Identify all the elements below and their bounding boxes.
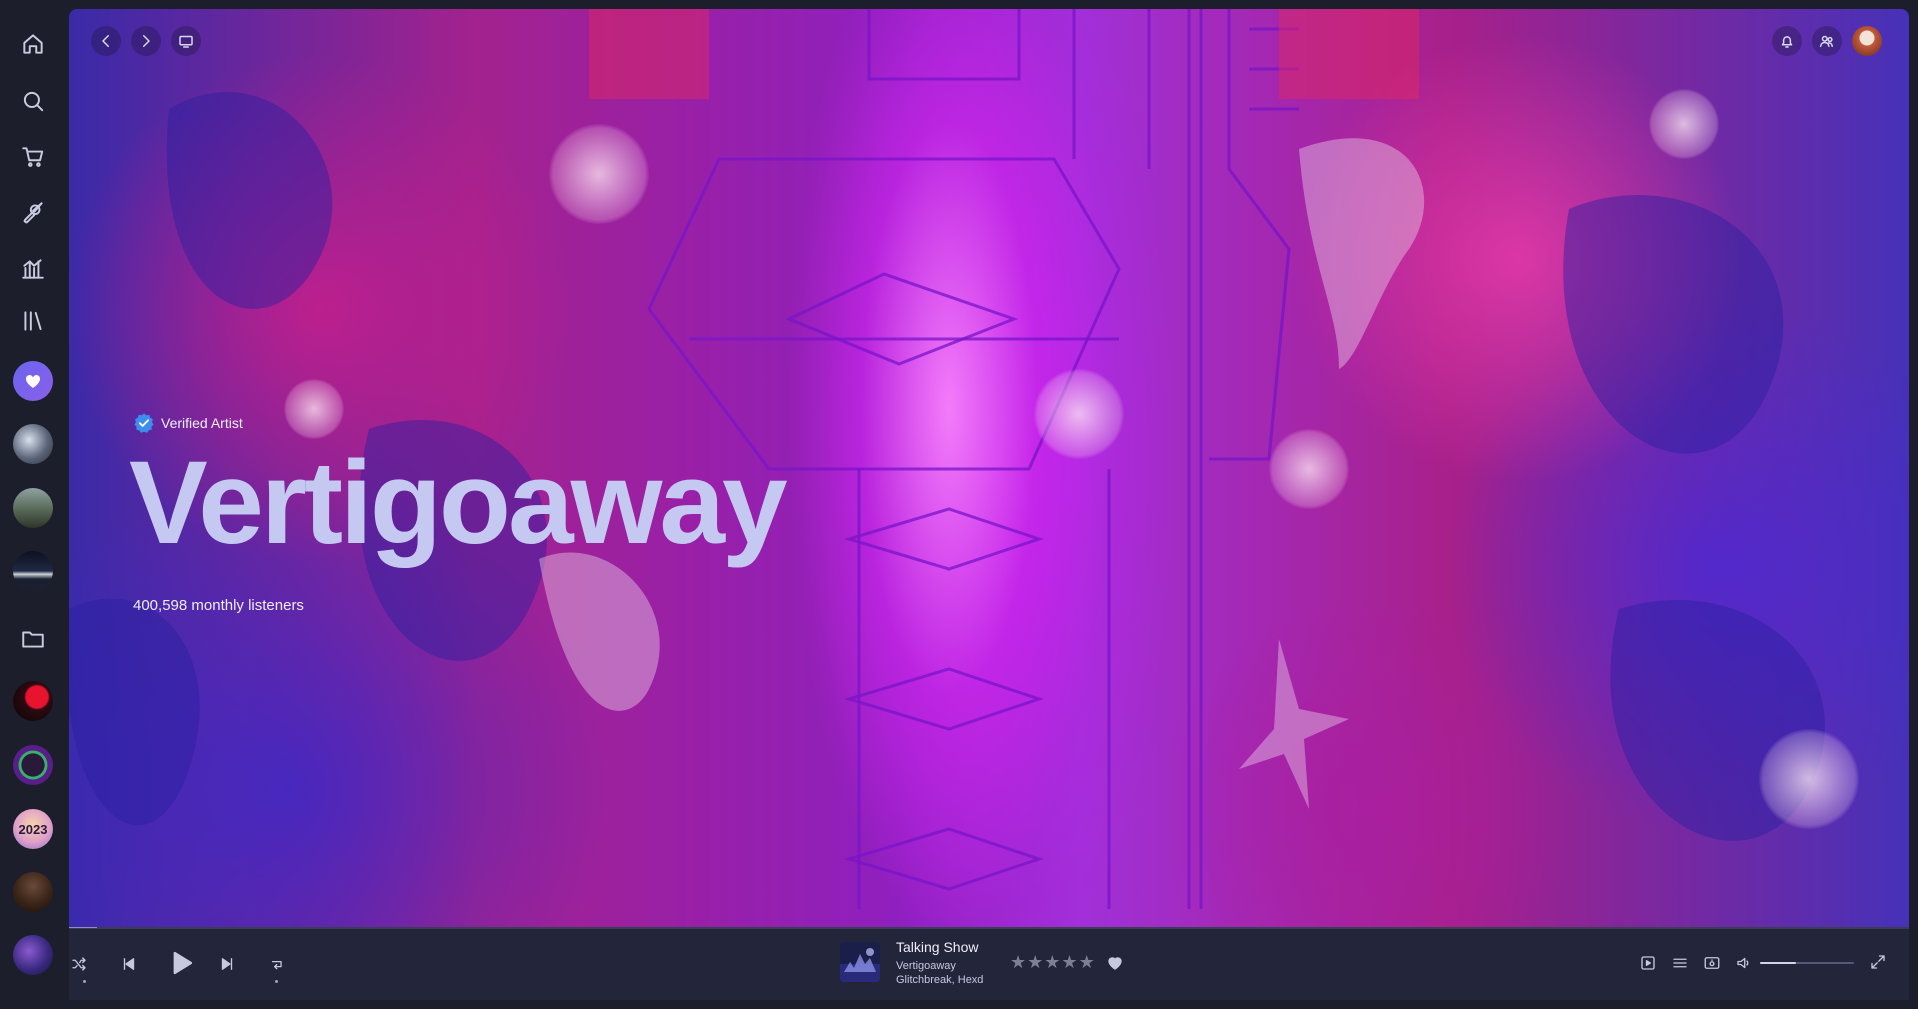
light-bokeh xyxy=(1649,89,1719,159)
play-button[interactable] xyxy=(164,946,198,980)
volume-level xyxy=(1760,962,1796,964)
star-rating[interactable]: ★ ★ ★ ★ ★ xyxy=(1010,953,1095,971)
album-art xyxy=(840,942,880,982)
queue-icon xyxy=(1673,958,1687,968)
star-icon[interactable]: ★ xyxy=(1010,953,1026,971)
chevron-left-icon xyxy=(102,35,109,47)
shuffle-icon xyxy=(72,957,86,971)
search-icon[interactable] xyxy=(16,84,50,118)
light-bokeh xyxy=(284,379,344,439)
verified-label: Verified Artist xyxy=(161,415,243,431)
repeat-button[interactable] xyxy=(264,951,290,977)
playlist-avatar-5[interactable] xyxy=(13,745,53,785)
cart-icon[interactable] xyxy=(16,140,50,174)
friend-activity-button[interactable] xyxy=(1812,26,1842,56)
star-icon[interactable]: ★ xyxy=(1027,953,1043,971)
heart-icon xyxy=(1108,957,1122,970)
playlist-avatar-1[interactable] xyxy=(13,424,53,464)
miniplayer-button[interactable] xyxy=(171,26,201,56)
connect-device-button[interactable] xyxy=(1700,951,1724,975)
playlist-avatar-3[interactable] xyxy=(13,551,53,591)
volume-icon xyxy=(1737,957,1749,969)
monthly-listeners: 400,598 monthly listeners xyxy=(133,597,304,614)
like-button[interactable] xyxy=(1103,951,1127,975)
heart-icon xyxy=(25,375,41,388)
expand-icon xyxy=(1871,955,1885,969)
verified-icon xyxy=(134,413,154,433)
skip-back-icon xyxy=(123,958,135,970)
notifications-button[interactable] xyxy=(1772,26,1802,56)
star-icon[interactable]: ★ xyxy=(1061,953,1077,971)
folder-icon[interactable] xyxy=(16,622,50,656)
verified-badge-row: Verified Artist xyxy=(133,412,243,434)
track-album[interactable]: Glitchbreak, Hexd xyxy=(896,974,983,986)
star-icon[interactable]: ★ xyxy=(1044,953,1060,971)
repeat-active-dot xyxy=(275,980,278,983)
fullscreen-button[interactable] xyxy=(1866,950,1890,974)
home-icon[interactable] xyxy=(16,27,50,61)
sidebar: 2023 xyxy=(0,0,68,1009)
light-bokeh xyxy=(1034,369,1124,459)
volume-button[interactable] xyxy=(1732,951,1756,975)
playlist-avatar-8[interactable] xyxy=(13,935,53,975)
back-button[interactable] xyxy=(91,26,121,56)
previous-button[interactable] xyxy=(116,951,142,977)
library-icon[interactable] xyxy=(16,304,50,338)
queue-button[interactable] xyxy=(1668,951,1692,975)
next-button[interactable] xyxy=(214,951,240,977)
volume-slider[interactable] xyxy=(1760,962,1854,964)
bell-icon xyxy=(1781,36,1793,48)
brush-icon[interactable] xyxy=(16,196,50,230)
monitor-icon xyxy=(179,35,193,48)
track-artist[interactable]: Vertigoaway xyxy=(896,960,956,972)
star-icon[interactable]: ★ xyxy=(1079,953,1095,971)
track-title[interactable]: Talking Show xyxy=(896,939,979,955)
play-icon xyxy=(173,951,193,975)
now-playing-view-button[interactable] xyxy=(1636,951,1660,975)
playlist-avatar-6[interactable]: 2023 xyxy=(13,809,53,849)
app-window: 2023 Verified Artist Vertigoaway 400,598… xyxy=(0,0,1918,1009)
profile-avatar[interactable] xyxy=(1852,26,1882,56)
shuffle-active-dot xyxy=(83,980,86,983)
now-playing-cover[interactable] xyxy=(840,942,880,982)
player-bar xyxy=(69,928,1909,1000)
artist-hero: Verified Artist Vertigoaway 400,598 mont… xyxy=(69,9,1909,928)
artist-name: Vertigoaway xyxy=(129,437,788,569)
playlist-avatar-7[interactable] xyxy=(13,872,53,912)
light-bokeh xyxy=(549,124,649,224)
repeat-icon xyxy=(271,960,282,969)
shuffle-button[interactable] xyxy=(66,951,92,977)
chevron-right-icon xyxy=(143,35,150,47)
skip-forward-icon xyxy=(221,958,233,970)
liked-songs-button[interactable] xyxy=(13,361,53,401)
forward-button[interactable] xyxy=(131,26,161,56)
play-square-icon xyxy=(1641,956,1655,970)
light-bokeh xyxy=(1759,729,1859,829)
devices-icon xyxy=(1704,957,1720,969)
friends-icon xyxy=(1819,35,1833,47)
light-bokeh xyxy=(1269,429,1349,509)
playlist-avatar-4[interactable] xyxy=(13,681,53,721)
playlist-avatar-2[interactable] xyxy=(13,488,53,528)
stats-icon[interactable] xyxy=(16,252,50,286)
